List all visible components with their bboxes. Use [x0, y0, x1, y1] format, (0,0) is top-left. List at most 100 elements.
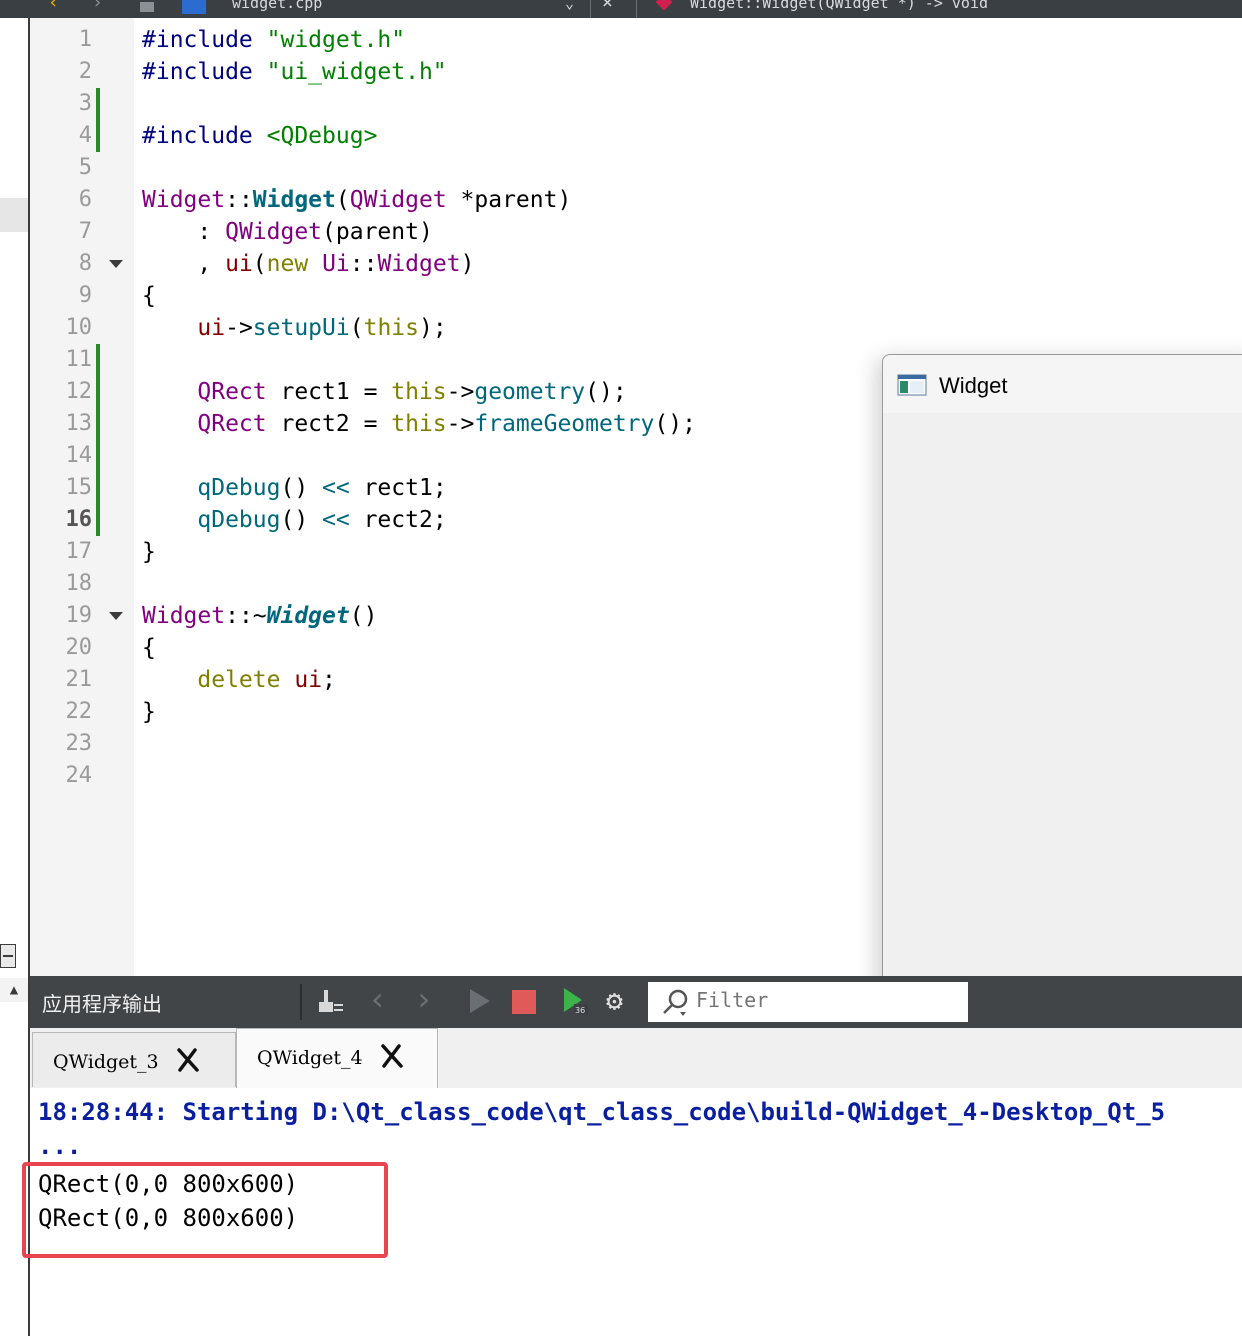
code-line-20: {	[142, 635, 156, 661]
code-token: this	[391, 411, 447, 437]
code-token: ->	[225, 315, 253, 341]
line-number: 5	[78, 155, 92, 180]
code-token: Widget	[142, 187, 226, 213]
change-marker	[96, 504, 100, 536]
code-line-1: #include "widget.h"	[142, 24, 405, 56]
window-title: Widget	[939, 373, 1008, 398]
code-token: rect1;	[349, 475, 447, 501]
filter-input[interactable]	[696, 988, 956, 1012]
code-token: ,	[142, 251, 226, 277]
output-start-line: 18:28:44: Starting D:\Qt_class_code\qt_c…	[38, 1098, 1166, 1126]
code-token: geometry	[474, 379, 586, 405]
tab-qwidget-4[interactable]: QWidget_4	[236, 1028, 438, 1089]
code-token: ();	[585, 379, 627, 405]
code-token: #include	[142, 27, 253, 53]
app-window-icon	[897, 374, 927, 396]
clear-output-icon[interactable]	[316, 986, 346, 1016]
code-token: Widget	[252, 187, 336, 213]
application-output[interactable]: 18:28:44: Starting D:\Qt_class_code\qt_c…	[22, 1088, 1242, 1336]
chevron-down-icon[interactable]: ⌄	[565, 0, 574, 12]
code-line-2: #include "ui_widget.h"	[142, 56, 447, 88]
code-line-7: : QWidget(parent)	[142, 216, 432, 248]
left-sidebar	[0, 18, 30, 942]
back-arrow-icon[interactable]: ‹	[48, 0, 59, 13]
next-item-icon[interactable]: ›	[414, 980, 444, 1018]
code-token: ::	[349, 251, 378, 277]
forward-arrow-icon[interactable]: ›	[92, 0, 103, 13]
code-line-19: Widget::~Widget()	[142, 600, 377, 632]
fold-arrow-icon[interactable]	[109, 612, 123, 620]
code-token: rect1 =	[266, 379, 392, 405]
line-number: 10	[65, 315, 93, 340]
sidebar-selected-item[interactable]	[0, 198, 28, 232]
line-number: 12	[65, 379, 93, 404]
line-number: 18	[65, 571, 93, 596]
line-number: 9	[78, 283, 92, 308]
output-tabbar: QWidget_3 QWidget_4	[30, 1028, 1242, 1089]
change-marker	[96, 120, 100, 152]
close-icon[interactable]	[379, 1043, 405, 1069]
output-ellipsis: ...	[38, 1132, 82, 1160]
code-token: Widget	[142, 603, 226, 629]
gear-icon[interactable]: ⚙	[606, 984, 636, 1017]
output-pane-header: 应用程序输出 ‹ › 36 ⚙	[30, 976, 1242, 1028]
code-token: this	[391, 379, 447, 405]
change-marker	[96, 88, 100, 120]
search-icon	[663, 989, 688, 1016]
code-token: new	[266, 251, 309, 277]
code-token: ui	[197, 315, 226, 341]
change-marker	[96, 344, 100, 376]
open-file-name[interactable]: widget.cpp	[232, 0, 322, 12]
code-token: <QDebug>	[266, 123, 378, 149]
line-number: 19	[65, 603, 93, 628]
code-token: "widget.h"	[266, 27, 406, 53]
code-token: ()	[280, 507, 323, 533]
code-token: ::~	[225, 603, 267, 629]
window-titlebar[interactable]: Widget	[883, 355, 1242, 413]
output-pane-title: 应用程序输出	[42, 992, 162, 1016]
line-number: 2	[78, 59, 92, 84]
symbol-selector[interactable]: Widget::Widget(QWidget *) -> void	[690, 0, 988, 12]
line-number: 22	[65, 699, 93, 724]
change-marker	[96, 408, 100, 440]
code-token: ::	[225, 187, 253, 213]
code-token: qDebug	[197, 475, 281, 501]
code-token: Widget	[377, 251, 461, 277]
code-token: ui	[294, 667, 323, 693]
panel-toggle-icon[interactable]	[0, 944, 16, 968]
toolbar-divider	[300, 984, 302, 1020]
filter-box[interactable]	[648, 982, 968, 1022]
close-icon[interactable]: ×	[602, 0, 613, 13]
line-number: 20	[65, 635, 93, 660]
line-number: 1	[78, 27, 92, 52]
scroll-up-icon[interactable]: ▲	[0, 978, 28, 1002]
function-symbol-icon	[655, 0, 673, 11]
toolbar-divider	[590, 0, 591, 18]
code-token: this	[363, 315, 419, 341]
rerun-icon[interactable]: 36	[560, 986, 590, 1016]
code-token: (	[349, 315, 364, 341]
code-line-16: qDebug() << rect2;	[142, 504, 446, 536]
code-line-13: QRect rect2 = this->frameGeometry();	[142, 408, 696, 440]
previous-item-icon[interactable]: ‹	[368, 980, 398, 1018]
line-number: 14	[65, 443, 93, 468]
code-line-9: {	[142, 283, 156, 309]
code-token: (	[335, 187, 350, 213]
widget-app-window[interactable]: Widget	[882, 354, 1242, 1016]
code-token: ;	[322, 667, 336, 693]
tab-qwidget-3[interactable]: QWidget_3	[32, 1032, 236, 1087]
code-line-8: , ui(new Ui::Widget)	[142, 248, 474, 280]
stop-icon[interactable]	[512, 990, 536, 1014]
code-token: ();	[654, 411, 696, 437]
close-icon[interactable]	[175, 1047, 201, 1073]
svg-text:36: 36	[575, 1006, 585, 1015]
code-token: )	[460, 251, 475, 277]
line-number: 3	[78, 91, 92, 116]
fold-arrow-icon[interactable]	[109, 260, 123, 268]
run-icon[interactable]	[464, 986, 494, 1016]
code-token: *parent)	[446, 187, 572, 213]
